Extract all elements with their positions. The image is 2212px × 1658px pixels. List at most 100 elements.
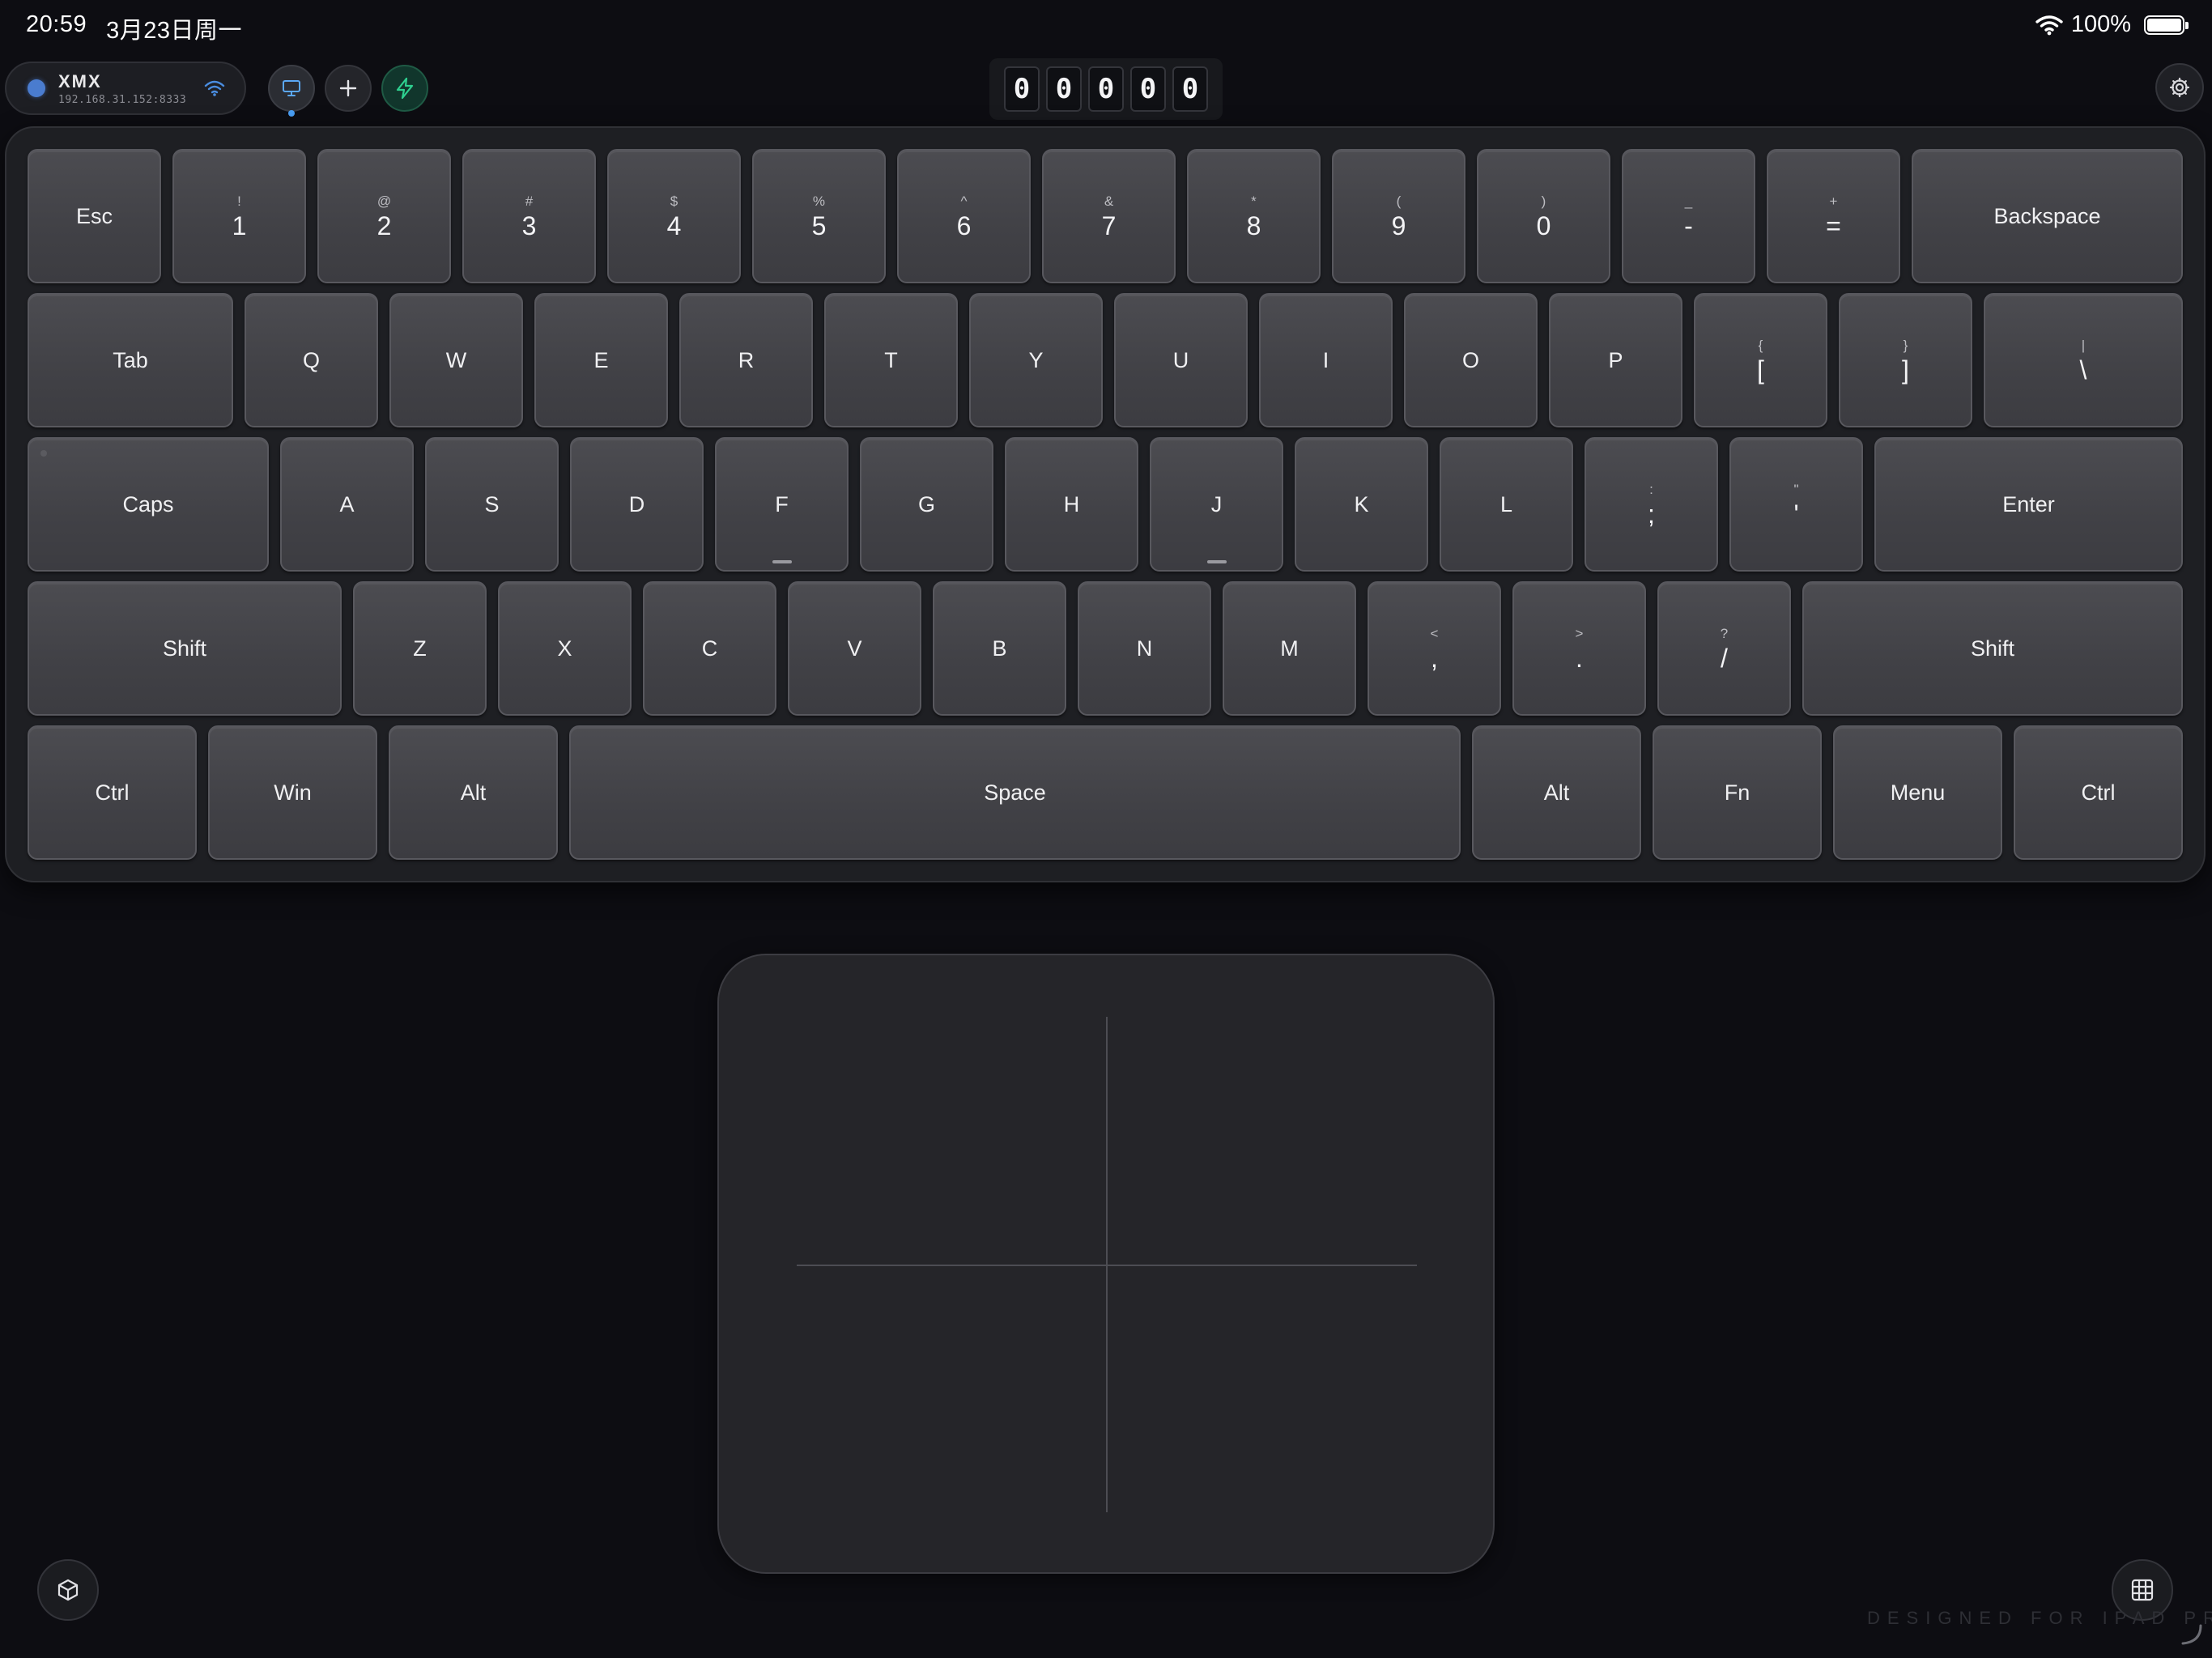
key-n[interactable]: N (1078, 581, 1211, 716)
key-label: 7 (1101, 210, 1117, 240)
key-8[interactable]: * 8 (1187, 149, 1321, 283)
key-label: W (445, 347, 467, 372)
key-minus[interactable]: _ - (1622, 149, 1755, 283)
key-right-shift[interactable]: Shift (1802, 581, 2183, 716)
key-left-bracket[interactable]: {[ (1694, 293, 1827, 427)
key-label: 5 (811, 210, 827, 240)
key-left-alt[interactable]: Alt (389, 725, 558, 860)
key-g[interactable]: G (860, 437, 993, 572)
key-backspace[interactable]: Backspace (1912, 149, 2183, 283)
counter-digit: 0 (1004, 66, 1040, 112)
key-5[interactable]: % 5 (752, 149, 886, 283)
resize-handle-icon[interactable] (2180, 1622, 2204, 1647)
key-c[interactable]: C (643, 581, 776, 716)
key-label: Enter (2002, 491, 2055, 517)
key-backslash[interactable]: | \ (1984, 293, 2183, 427)
quick-action-button[interactable] (381, 65, 428, 112)
key-w[interactable]: W (389, 293, 523, 427)
key-4[interactable]: $4 (607, 149, 741, 283)
footer-credit: DESIGNED FOR IPAD PRO (1867, 1608, 2212, 1628)
key-comma[interactable]: <, (1368, 581, 1501, 716)
key-label: Space (984, 780, 1046, 805)
cube-button[interactable] (37, 1559, 99, 1621)
trackpad[interactable] (717, 954, 1495, 1574)
key-label: B (992, 636, 1007, 661)
key-s[interactable]: S (425, 437, 559, 572)
key-9[interactable]: (9 (1332, 149, 1465, 283)
key-label: Ctrl (2081, 780, 2116, 805)
key-semicolon[interactable]: :; (1585, 437, 1718, 572)
key-v[interactable]: V (788, 581, 921, 716)
key-r[interactable]: R (679, 293, 813, 427)
key-y[interactable]: Y (969, 293, 1103, 427)
key-left-ctrl[interactable]: Ctrl (28, 725, 197, 860)
key-u[interactable]: U (1114, 293, 1248, 427)
key-label: ; (1648, 499, 1655, 529)
key-label: 4 (666, 210, 682, 240)
key-space[interactable]: Space (569, 725, 1461, 860)
key-shift-label: | (2081, 337, 2086, 353)
key-z[interactable]: Z (353, 581, 487, 716)
key-3[interactable]: #3 (462, 149, 596, 283)
key-shift-label: ^ (960, 193, 968, 209)
key-t[interactable]: T (824, 293, 958, 427)
key-a[interactable]: A (280, 437, 414, 572)
key-i[interactable]: I (1259, 293, 1393, 427)
counter-digit: 0 (1130, 66, 1166, 112)
key-label: 6 (956, 210, 972, 240)
connection-ip: 192.168.31.152:8333 (58, 93, 187, 106)
key-label: T (884, 347, 898, 372)
key-label: / (1721, 643, 1728, 673)
key-label: O (1461, 347, 1479, 372)
key-f[interactable]: F (715, 437, 849, 572)
key-esc[interactable]: Esc (28, 149, 161, 283)
key-slash[interactable]: ? / (1657, 581, 1791, 716)
key-m[interactable]: M (1223, 581, 1356, 716)
key-h[interactable]: H (1005, 437, 1138, 572)
key-0[interactable]: ) 0 (1477, 149, 1610, 283)
keyboard-row-modifiers: Ctrl Win Alt Space Alt Fn Menu Ctrl (28, 725, 2183, 860)
connection-name: XMX (58, 70, 102, 91)
key-win[interactable]: Win (208, 725, 377, 860)
key-caps-lock[interactable]: Caps (28, 437, 269, 572)
key-label: L (1499, 491, 1513, 517)
key-equal[interactable]: + = (1767, 149, 1900, 283)
key-label: [ (1757, 355, 1764, 385)
key-menu[interactable]: Menu (1833, 725, 2002, 860)
key-right-alt[interactable]: Alt (1472, 725, 1641, 860)
status-bar-right: 100% (2035, 11, 2189, 38)
key-7[interactable]: & 7 (1042, 149, 1176, 283)
key-enter[interactable]: Enter (1874, 437, 2183, 572)
settings-button[interactable] (2155, 63, 2204, 112)
keystroke-counter: 0 0 0 0 0 (989, 58, 1223, 120)
key-b[interactable]: B (933, 581, 1066, 716)
key-q[interactable]: Q (245, 293, 378, 427)
key-p[interactable]: P (1549, 293, 1682, 427)
key-2[interactable]: @2 (317, 149, 451, 283)
key-j[interactable]: J (1150, 437, 1283, 572)
virtual-keyboard: Esc ! 1 @2 #3 $4 % 5 ^ 6 & 7 * 8 (9 ) 0 _ - + = … (5, 126, 2206, 882)
key-l[interactable]: L (1440, 437, 1573, 572)
key-quote[interactable]: " ' (1729, 437, 1863, 572)
screen-mode-button[interactable] (268, 65, 315, 112)
key-tab[interactable]: Tab (28, 293, 233, 427)
key-x[interactable]: X (498, 581, 632, 716)
add-button[interactable] (325, 65, 372, 112)
key-shift-label: ( (1396, 193, 1402, 209)
key-1[interactable]: ! 1 (172, 149, 306, 283)
battery-percent: 100% (2070, 11, 2131, 37)
status-time: 20:59 (26, 11, 87, 37)
key-o[interactable]: O (1404, 293, 1538, 427)
key-right-ctrl[interactable]: Ctrl (2014, 725, 2183, 860)
key-period[interactable]: >. (1512, 581, 1646, 716)
trackpad-crosshair-horizontal (797, 1265, 1417, 1266)
connection-pill[interactable]: XMX 192.168.31.152:8333 (5, 62, 246, 115)
key-shift-label: @ (376, 193, 392, 209)
key-fn[interactable]: Fn (1653, 725, 1822, 860)
key-d[interactable]: D (570, 437, 704, 572)
key-6[interactable]: ^ 6 (897, 149, 1031, 283)
key-left-shift[interactable]: Shift (28, 581, 342, 716)
key-e[interactable]: E (534, 293, 668, 427)
key-right-bracket[interactable]: }] (1839, 293, 1972, 427)
key-k[interactable]: K (1295, 437, 1428, 572)
